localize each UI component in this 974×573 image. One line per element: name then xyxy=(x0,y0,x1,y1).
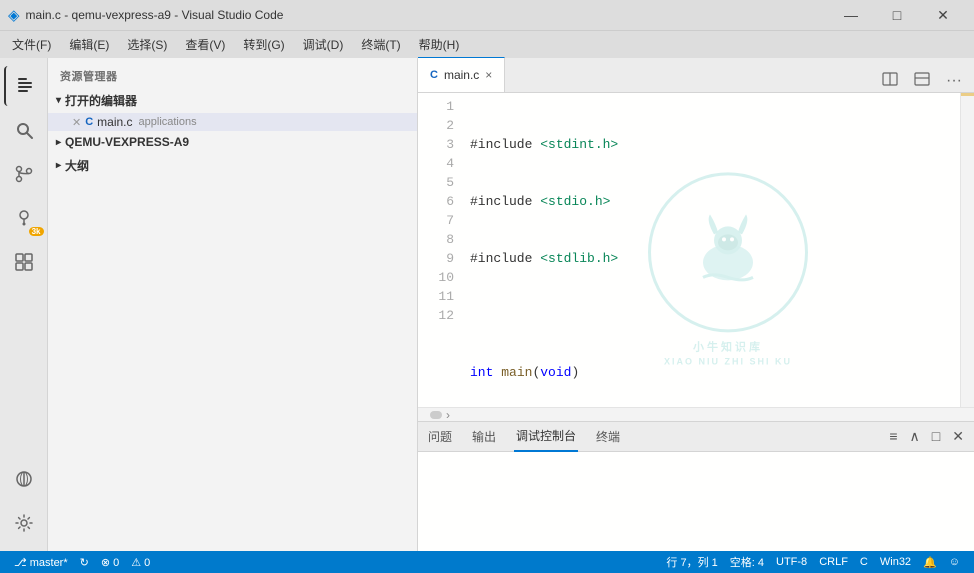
menu-item-v[interactable]: 查看(V) xyxy=(177,34,233,55)
scrollbar-thumb xyxy=(430,411,442,419)
code-content[interactable]: #include <stdint.h> #include <stdio.h> #… xyxy=(462,93,960,407)
editor-area: C main.c × ··· 1234 5678 9101112 xyxy=(418,58,974,551)
menu-item-h[interactable]: 帮助(H) xyxy=(411,34,468,55)
panel-tabs: 问题 输出 调试控制台 终端 ≡ ∧ □ ✕ xyxy=(418,422,974,452)
menu-item-g[interactable]: 转到(G) xyxy=(235,34,292,55)
tab-bar: C main.c × ··· xyxy=(418,58,974,93)
split-editor-button[interactable] xyxy=(878,69,902,92)
panel-filter-button[interactable]: ≡ xyxy=(887,426,899,447)
app-icon: ◈ xyxy=(8,6,20,24)
titlebar-left: ◈ main.c - qemu-vexpress-a9 - Visual Stu… xyxy=(8,6,283,24)
scrollbar-right[interactable] xyxy=(960,93,974,407)
code-line-4 xyxy=(462,306,960,325)
tab-file-icon: C xyxy=(430,69,438,81)
file-name: main.c xyxy=(97,115,132,129)
status-smiley[interactable]: ☺ xyxy=(943,551,966,573)
panel-close-button[interactable]: ✕ xyxy=(950,426,966,447)
menu-item-e[interactable]: 编辑(E) xyxy=(61,34,117,55)
panel-tab-debug-console[interactable]: 调试控制台 xyxy=(514,422,578,452)
tab-actions: ··· xyxy=(878,69,974,92)
titlebar: ◈ main.c - qemu-vexpress-a9 - Visual Stu… xyxy=(0,0,974,30)
horizontal-scrollbar[interactable]: › xyxy=(418,407,974,421)
status-line-col[interactable]: 行 7，列 1 xyxy=(660,551,723,573)
close-icon[interactable]: ✕ xyxy=(72,116,81,129)
activity-git[interactable] xyxy=(4,154,44,194)
code-editor: 1234 5678 9101112 #include <stdint.h> #i… xyxy=(418,93,974,407)
activity-debug[interactable]: 3k xyxy=(4,198,44,238)
chevron-down-icon: ▾ xyxy=(56,95,61,106)
code-line-5: int main(void) xyxy=(462,363,960,382)
scrollbar-mini xyxy=(961,93,974,153)
sidebar-section-qemu[interactable]: ▸ QEMU-VEXPRESS-A9 xyxy=(48,131,417,153)
scroll-right-arrow[interactable]: › xyxy=(446,408,450,422)
tab-label: main.c xyxy=(444,68,479,82)
tab-main-c[interactable]: C main.c × xyxy=(418,57,505,92)
layout-button[interactable] xyxy=(910,69,934,92)
activity-search[interactable] xyxy=(4,110,44,150)
status-encoding[interactable]: UTF-8 xyxy=(770,551,813,573)
c-file-icon: C xyxy=(85,116,93,128)
sidebar-section-outline[interactable]: ▸ 大纲 xyxy=(48,153,417,178)
activity-bar: 3k xyxy=(0,58,48,551)
activity-bottom xyxy=(4,459,44,543)
line-numbers: 1234 5678 9101112 xyxy=(418,93,462,407)
menu-item-s[interactable]: 选择(S) xyxy=(119,34,175,55)
panel-tab-actions: ≡ ∧ □ ✕ xyxy=(887,426,966,447)
sidebar: 资源管理器 ▾ 打开的编辑器 ✕ C main.c applications ▸… xyxy=(48,58,418,551)
sidebar-file-main-c[interactable]: ✕ C main.c applications xyxy=(48,113,417,131)
status-right: 行 7，列 1 空格: 4 UTF-8 CRLF C Win32 🔔 ☺ xyxy=(660,551,966,573)
activity-extensions[interactable] xyxy=(4,242,44,282)
sidebar-section-open-editors[interactable]: ▾ 打开的编辑器 xyxy=(48,88,417,113)
panel-tab-problems[interactable]: 问题 xyxy=(426,422,454,452)
file-path: applications xyxy=(139,116,197,128)
status-bell[interactable]: 🔔 xyxy=(917,551,943,573)
code-line-1: #include <stdint.h> xyxy=(462,135,960,154)
status-sync[interactable]: ↻ xyxy=(74,551,95,573)
status-errors[interactable]: ⊗ 0 xyxy=(95,551,125,573)
chevron-right-icon-2: ▸ xyxy=(56,160,61,171)
status-warnings[interactable]: ⚠ 0 xyxy=(125,551,156,573)
minimize-button[interactable]: — xyxy=(828,0,874,30)
sidebar-header: 资源管理器 xyxy=(48,58,417,88)
panel-content xyxy=(418,452,974,551)
panel: 问题 输出 调试控制台 终端 ≡ ∧ □ ✕ xyxy=(418,421,974,551)
main-layout: 3k 资源管理器 ▾ 打开的编辑器 ✕ C main.c application… xyxy=(0,58,974,551)
more-actions-button[interactable]: ··· xyxy=(942,70,966,92)
status-platform[interactable]: Win32 xyxy=(874,551,917,573)
menubar: 文件(F)编辑(E)选择(S)查看(V)转到(G)调试(D)终端(T)帮助(H) xyxy=(0,30,974,58)
status-branch[interactable]: ⎇ master* xyxy=(8,551,74,573)
panel-collapse-button[interactable]: ∧ xyxy=(908,426,922,447)
activity-explorer[interactable] xyxy=(4,66,44,106)
menu-item-f[interactable]: 文件(F) xyxy=(4,34,59,55)
panel-maximize-button[interactable]: □ xyxy=(930,426,942,447)
status-spaces[interactable]: 空格: 4 xyxy=(724,551,770,573)
status-eol[interactable]: CRLF xyxy=(813,551,854,573)
status-lang[interactable]: C xyxy=(854,551,874,573)
statusbar: ⎇ master* ↻ ⊗ 0 ⚠ 0 行 7，列 1 空格: 4 UTF-8 … xyxy=(0,551,974,573)
menu-item-t[interactable]: 终端(T) xyxy=(353,34,408,55)
chevron-right-icon: ▸ xyxy=(56,137,61,148)
code-line-2: #include <stdio.h> xyxy=(462,192,960,211)
titlebar-title: main.c - qemu-vexpress-a9 - Visual Studi… xyxy=(26,8,284,22)
menu-item-d[interactable]: 调试(D) xyxy=(295,34,352,55)
maximize-button[interactable]: □ xyxy=(874,0,920,30)
tab-close-button[interactable]: × xyxy=(485,68,492,82)
activity-settings[interactable] xyxy=(4,503,44,543)
activity-remote[interactable] xyxy=(4,459,44,499)
titlebar-controls: — □ ✕ xyxy=(828,0,966,30)
code-line-3: #include <stdlib.h> xyxy=(462,249,960,268)
panel-tab-output[interactable]: 输出 xyxy=(470,422,498,452)
panel-tab-terminal[interactable]: 终端 xyxy=(594,422,622,452)
close-button[interactable]: ✕ xyxy=(920,0,966,30)
